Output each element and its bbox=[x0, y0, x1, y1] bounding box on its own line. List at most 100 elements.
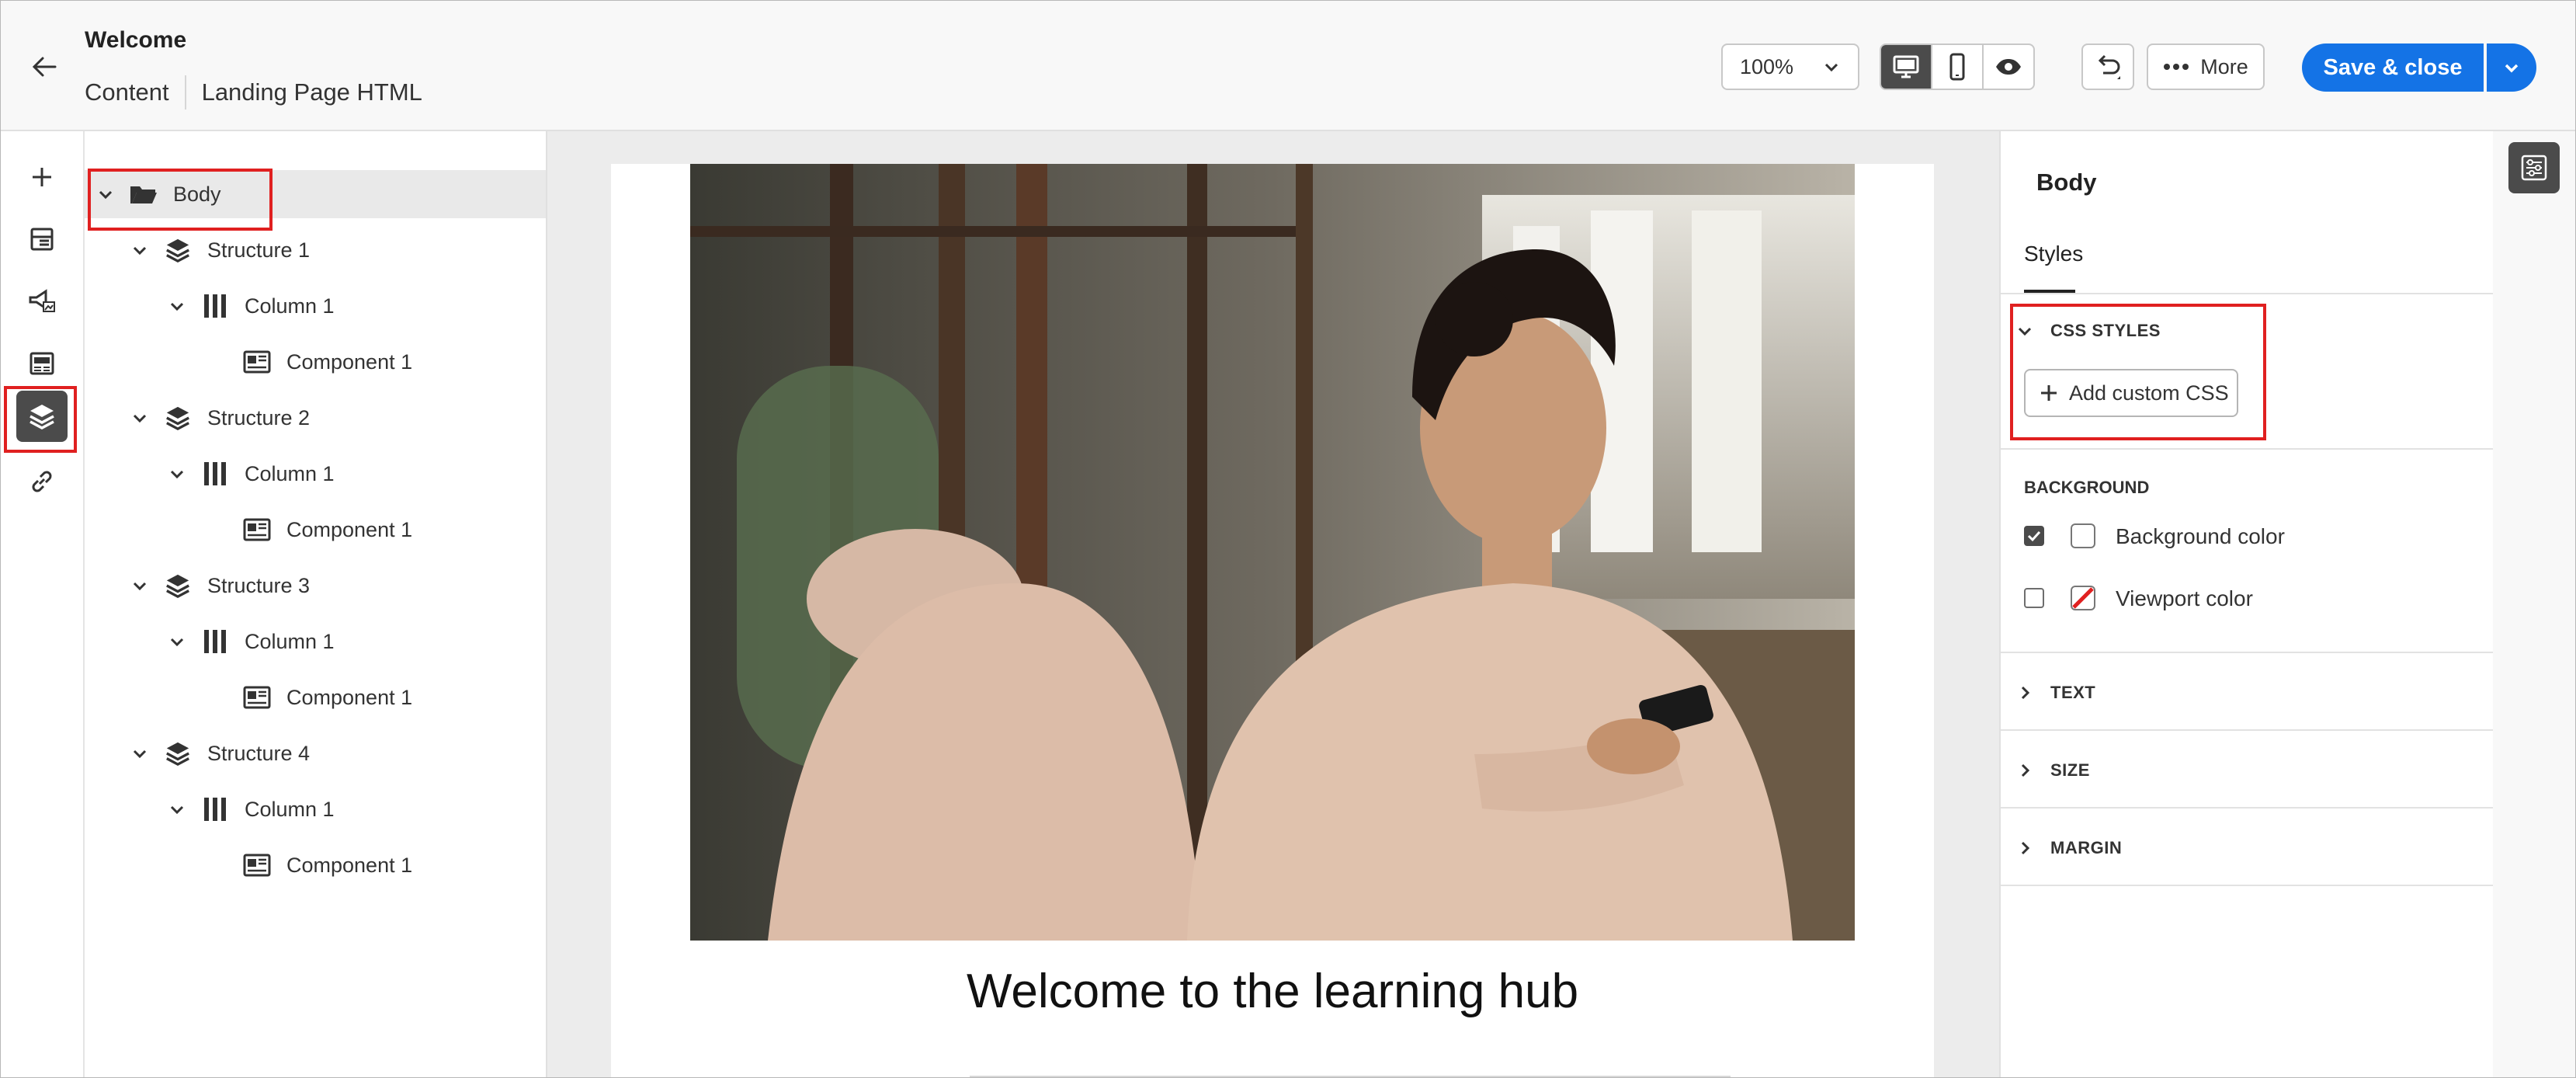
tree-item-column[interactable]: Column 1 bbox=[85, 785, 546, 833]
megaphone-image-icon bbox=[29, 289, 55, 312]
background-color-label: Background color bbox=[2116, 524, 2285, 548]
component-icon bbox=[241, 514, 273, 545]
section-size[interactable]: SIZE bbox=[2016, 760, 2090, 781]
tree-label: Column 1 bbox=[245, 294, 335, 318]
add-button[interactable] bbox=[16, 151, 68, 203]
chevron-down-icon[interactable] bbox=[128, 238, 151, 262]
right-toolbar bbox=[2493, 131, 2575, 1077]
tree-label: Column 1 bbox=[245, 461, 335, 485]
tree-item-column[interactable]: Column 1 bbox=[85, 282, 546, 330]
layers-tree: Body Structure 1 Column 1 Component 1 St… bbox=[85, 131, 547, 1077]
layers-icon bbox=[30, 405, 54, 429]
tree-label: Column 1 bbox=[245, 629, 335, 653]
chevron-down-icon[interactable] bbox=[94, 183, 117, 206]
tree-label: Component 1 bbox=[286, 853, 413, 877]
columns-icon bbox=[200, 290, 231, 322]
headline-text[interactable]: Welcome to the learning hub bbox=[611, 964, 1934, 1019]
layers-icon bbox=[162, 235, 193, 266]
divider bbox=[2001, 729, 2493, 731]
chevron-down-icon bbox=[2505, 64, 2519, 73]
tree-label: Structure 2 bbox=[207, 405, 311, 429]
tree-item-component[interactable]: Component 1 bbox=[85, 506, 546, 554]
breadcrumb-landing-page: Landing Page HTML bbox=[201, 78, 422, 106]
layers-icon bbox=[162, 570, 193, 601]
app-window: Welcome Content Landing Page HTML 100% M… bbox=[0, 0, 2576, 1078]
mobile-icon bbox=[1949, 53, 1965, 81]
tree-item-component[interactable]: Component 1 bbox=[85, 841, 546, 889]
divider bbox=[2001, 448, 2493, 450]
chevron-down-icon[interactable] bbox=[165, 630, 189, 653]
undo-button[interactable] bbox=[2081, 43, 2134, 90]
chevron-right-icon bbox=[2021, 841, 2030, 855]
add-custom-css-label: Add custom CSS bbox=[2069, 381, 2229, 405]
chevron-down-icon bbox=[2018, 327, 2032, 336]
page-title: Welcome bbox=[85, 27, 187, 53]
tree-item-body[interactable]: Body bbox=[85, 170, 546, 218]
layers-icon bbox=[162, 402, 193, 433]
breadcrumb: Content Landing Page HTML bbox=[85, 75, 422, 110]
breadcrumb-divider bbox=[184, 75, 186, 110]
add-custom-css-button[interactable]: Add custom CSS bbox=[2024, 369, 2238, 417]
preview-button[interactable] bbox=[1984, 45, 2033, 89]
viewport-color-label: Viewport color bbox=[2116, 586, 2253, 610]
tree-item-structure-2[interactable]: Structure 2 bbox=[85, 394, 546, 442]
tree-label: Column 1 bbox=[245, 797, 335, 821]
tree-item-structure-4[interactable]: Structure 4 bbox=[85, 729, 546, 777]
settings-panel-button[interactable] bbox=[2508, 142, 2560, 193]
folder-open-icon bbox=[128, 179, 159, 210]
chevron-down-icon[interactable] bbox=[165, 462, 189, 485]
tree-item-structure-1[interactable]: Structure 1 bbox=[85, 226, 546, 274]
tree-label: Body bbox=[173, 182, 221, 206]
viewport-color-swatch[interactable] bbox=[2071, 586, 2095, 610]
eye-icon bbox=[1996, 59, 2021, 75]
breadcrumb-content[interactable]: Content bbox=[85, 78, 169, 106]
tab-styles[interactable]: Styles bbox=[2024, 242, 2083, 266]
desktop-icon bbox=[1893, 55, 1919, 78]
mobile-view-button[interactable] bbox=[1932, 45, 1984, 89]
more-button[interactable]: More bbox=[2147, 43, 2265, 90]
chevron-down-icon[interactable] bbox=[128, 406, 151, 429]
background-color-swatch[interactable] bbox=[2071, 523, 2095, 548]
components-button[interactable] bbox=[16, 338, 68, 389]
background-color-checkbox[interactable] bbox=[2024, 526, 2044, 546]
layers-button[interactable] bbox=[16, 391, 68, 442]
columns-icon bbox=[200, 458, 231, 489]
editor-canvas: Welcome to the learning hub bbox=[547, 131, 1999, 1077]
zoom-select[interactable]: 100% bbox=[1721, 43, 1859, 90]
save-close-button[interactable]: Save & close bbox=[2302, 43, 2484, 92]
tree-item-component[interactable]: Component 1 bbox=[85, 673, 546, 722]
viewport-color-checkbox[interactable] bbox=[2024, 588, 2044, 608]
no-color-icon bbox=[2072, 587, 2094, 609]
chevron-down-icon[interactable] bbox=[165, 294, 189, 318]
desktop-view-button[interactable] bbox=[1881, 45, 1932, 89]
properties-panel: Body Styles CSS STYLES Add custom CSS BA… bbox=[1999, 131, 2494, 1077]
image-grid-icon bbox=[30, 352, 54, 375]
section-label: SIZE bbox=[2050, 760, 2090, 780]
tree-item-column[interactable]: Column 1 bbox=[85, 617, 546, 666]
section-label: MARGIN bbox=[2050, 838, 2123, 857]
section-text[interactable]: TEXT bbox=[2016, 683, 2095, 703]
arrow-left-icon bbox=[32, 57, 57, 77]
links-button[interactable] bbox=[16, 456, 68, 507]
layout-icon bbox=[30, 228, 54, 251]
chevron-down-icon[interactable] bbox=[128, 574, 151, 597]
tree-item-column[interactable]: Column 1 bbox=[85, 450, 546, 498]
chevron-down-icon[interactable] bbox=[165, 798, 189, 821]
tree-item-structure-3[interactable]: Structure 3 bbox=[85, 562, 546, 610]
section-margin[interactable]: MARGIN bbox=[2016, 838, 2122, 858]
component-icon bbox=[241, 682, 273, 713]
layers-icon bbox=[162, 738, 193, 769]
chevron-down-icon[interactable] bbox=[128, 742, 151, 765]
panel-title: Body bbox=[2036, 169, 2097, 196]
tree-label: Component 1 bbox=[286, 517, 413, 541]
section-css-styles[interactable]: CSS STYLES bbox=[2016, 321, 2161, 341]
component-icon bbox=[241, 850, 273, 881]
assets-button[interactable] bbox=[16, 276, 68, 327]
hero-image[interactable] bbox=[690, 164, 1855, 941]
fragments-button[interactable] bbox=[16, 214, 68, 265]
landing-page-preview[interactable]: Welcome to the learning hub bbox=[611, 164, 1934, 1077]
tree-item-component[interactable]: Component 1 bbox=[85, 338, 546, 386]
back-button[interactable] bbox=[21, 47, 68, 86]
save-options-button[interactable] bbox=[2487, 43, 2536, 92]
sliders-icon bbox=[2521, 155, 2547, 181]
